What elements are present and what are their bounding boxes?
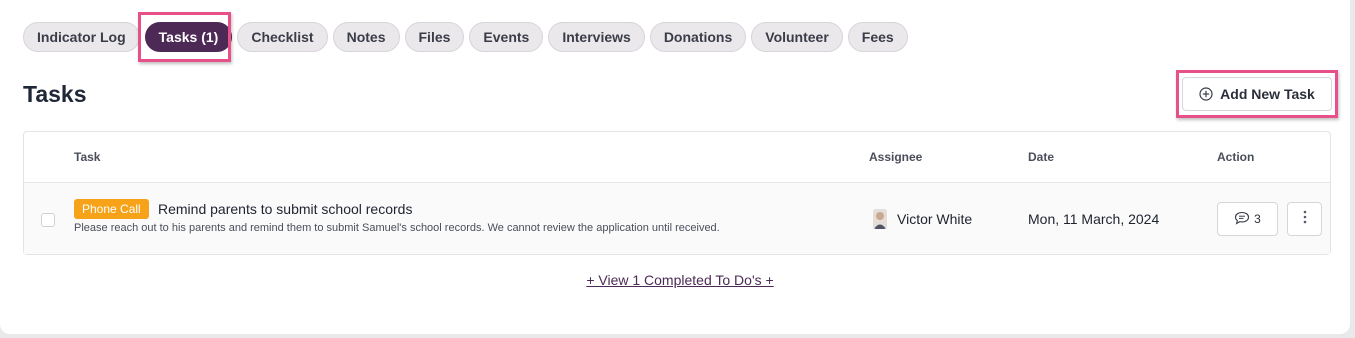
tab-checklist[interactable]: Checklist: [237, 22, 328, 52]
tasks-table: Task Assignee Date Action Phone Call Rem…: [23, 131, 1331, 255]
table-row: Phone Call Remind parents to submit scho…: [24, 183, 1330, 254]
tab-notes[interactable]: Notes: [332, 22, 400, 52]
comments-button[interactable]: 3: [1217, 202, 1278, 236]
tab-donations[interactable]: Donations: [649, 22, 747, 52]
tab-files[interactable]: Files: [404, 22, 465, 52]
comment-count: 3: [1254, 212, 1261, 226]
tab-tasks[interactable]: Tasks (1): [144, 22, 233, 52]
tab-indicator-log[interactable]: Indicator Log: [23, 22, 140, 52]
more-options-button[interactable]: [1287, 202, 1322, 236]
tab-fees[interactable]: Fees: [847, 22, 908, 52]
tasks-panel: Indicator Log Tasks (1) Checklist Notes …: [0, 0, 1350, 334]
column-header-assignee: Assignee: [869, 150, 923, 164]
tab-events[interactable]: Events: [469, 22, 544, 52]
column-header-task: Task: [74, 150, 101, 164]
comment-icon: [1234, 211, 1250, 228]
vertical-dots-icon: [1303, 210, 1307, 229]
row-checkbox[interactable]: [41, 213, 55, 227]
task-date: Mon, 11 March, 2024: [1028, 211, 1160, 227]
table-header: Task Assignee Date Action: [24, 132, 1330, 183]
task-description: Please reach out to his parents and remi…: [74, 222, 720, 234]
page-title: Tasks: [23, 81, 87, 107]
column-header-date: Date: [1028, 150, 1055, 164]
task-title[interactable]: Remind parents to submit school records: [158, 201, 412, 217]
assignee-name: Victor White: [897, 211, 973, 227]
tab-interviews[interactable]: Interviews: [548, 22, 645, 52]
avatar: [873, 209, 887, 229]
tab-bar: Indicator Log Tasks (1) Checklist Notes …: [23, 22, 908, 52]
add-new-task-label: Add New Task: [1220, 86, 1315, 102]
plus-circle-icon: [1199, 87, 1213, 101]
column-header-action: Action: [1217, 150, 1255, 164]
task-type-badge: Phone Call: [74, 199, 149, 219]
add-new-task-button[interactable]: Add New Task: [1182, 77, 1332, 111]
tab-volunteer[interactable]: Volunteer: [751, 22, 843, 52]
view-completed-link[interactable]: + View 1 Completed To Do's +: [0, 272, 1355, 288]
